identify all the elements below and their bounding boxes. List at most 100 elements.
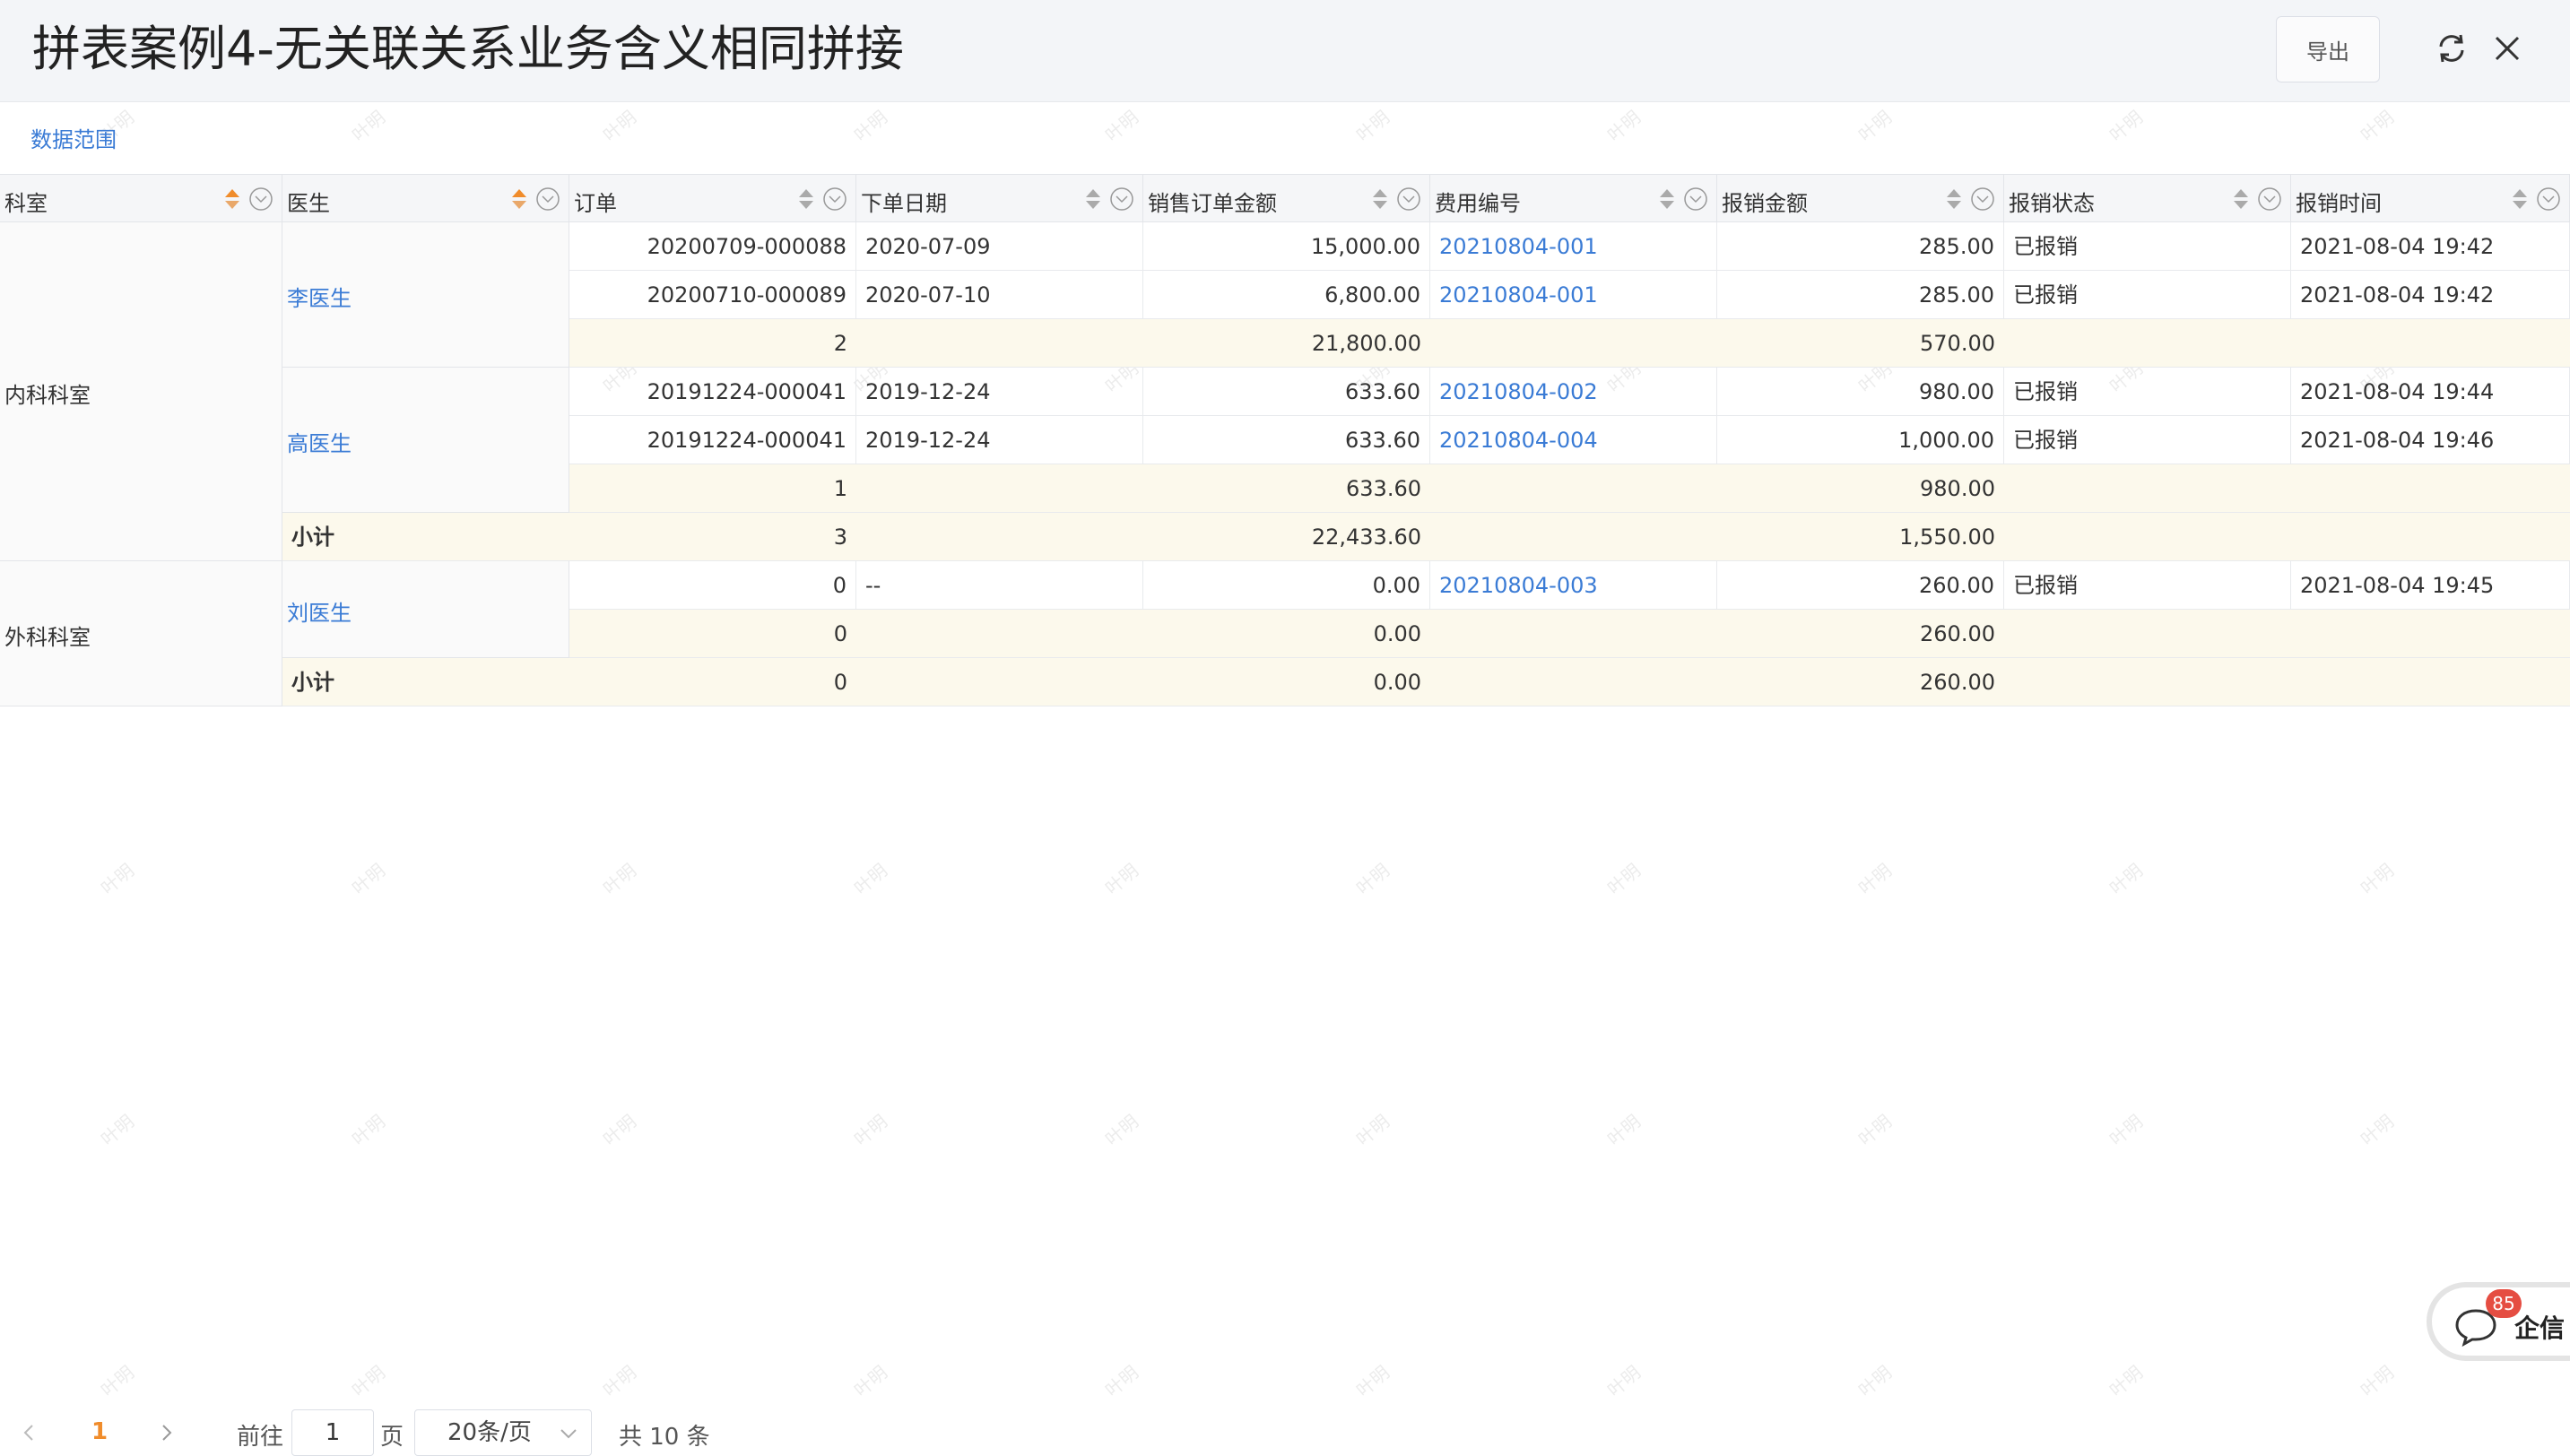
chat-widget[interactable]: 85 企信 <box>2427 1282 2570 1361</box>
column-header-label: 报销状态 <box>2009 191 2095 216</box>
subtotal-reimb-amount: 260.00 <box>1920 670 1995 695</box>
sort-icon[interactable] <box>2232 186 2250 212</box>
column-header-reimb-time[interactable]: 报销时间 <box>2291 175 2570 223</box>
order-date-cell: 2019-12-24 <box>856 368 1143 416</box>
doctor-summary-row <box>569 464 2570 513</box>
subtotal-label: 小计 <box>291 670 334 695</box>
sort-icon[interactable] <box>1084 186 1102 212</box>
filter-dropdown-icon[interactable] <box>1970 186 1995 212</box>
chevron-down-icon <box>560 1429 577 1439</box>
sort-icon[interactable] <box>510 186 528 212</box>
sort-icon[interactable] <box>223 186 241 212</box>
doctor-name-link[interactable]: 李医生 <box>287 281 352 312</box>
summary-sales-amount: 0.00 <box>1373 621 1421 646</box>
reimb-status-cell: 已报销 <box>2004 561 2291 610</box>
next-page-icon[interactable] <box>158 1422 176 1443</box>
doctor-name-link[interactable]: 刘医生 <box>287 595 352 627</box>
column-header-fee-number[interactable]: 费用编号 <box>1430 175 1717 223</box>
order-cell: 20200710-000089 <box>569 271 856 319</box>
filter-dropdown-icon[interactable] <box>248 186 273 212</box>
watermark-text: 叶明 <box>2356 1110 2398 1150</box>
sort-icon[interactable] <box>2511 186 2529 212</box>
page-size-select[interactable]: 20条/页 <box>414 1409 592 1456</box>
department-name: 外科科室 <box>4 625 91 650</box>
doctor-cell: 高医生 <box>282 368 569 513</box>
sales-amount-cell: 0.00 <box>1143 561 1430 610</box>
watermark-text: 叶明 <box>1602 859 1645 899</box>
filter-dropdown-icon[interactable] <box>1683 186 1708 212</box>
refresh-icon[interactable] <box>2434 30 2470 66</box>
order-date-cell: 2020-07-09 <box>856 222 1143 271</box>
column-header-label: 报销金额 <box>1722 191 1808 216</box>
department-cell: 内科科室 <box>0 222 282 561</box>
reimb-time-cell: 2021-08-04 19:42 <box>2291 222 2570 271</box>
sort-icon[interactable] <box>1945 186 1963 212</box>
fee-number-link[interactable]: 20210804-004 <box>1430 416 1717 464</box>
reimb-amount-cell: 260.00 <box>1717 561 2004 610</box>
watermark-text: 叶明 <box>1854 859 1896 899</box>
sales-amount-cell: 633.60 <box>1143 368 1430 416</box>
filter-dropdown-icon[interactable] <box>1396 186 1421 212</box>
summary-reimb-amount: 260.00 <box>1920 621 1995 646</box>
column-header-sales-amount[interactable]: 销售订单金额 <box>1143 175 1430 223</box>
page-jump-input[interactable]: 1 <box>291 1409 374 1456</box>
column-header-order-date[interactable]: 下单日期 <box>856 175 1143 223</box>
export-button[interactable]: 导出 <box>2276 16 2380 82</box>
watermark-text: 叶明 <box>1351 106 1394 146</box>
fee-number-link[interactable]: 20210804-001 <box>1430 222 1717 271</box>
column-header-reimb-amount[interactable]: 报销金额 <box>1717 175 2004 223</box>
watermark-text: 叶明 <box>2105 1110 2147 1150</box>
sort-icon[interactable] <box>797 186 815 212</box>
watermark-text: 叶明 <box>1100 1361 1142 1401</box>
column-header-label: 医生 <box>287 191 330 216</box>
table-header: 科室 医生 订单 下单日期 销售订单金额 费用编号 报销金额 报销状态 报销时间 <box>0 174 2570 223</box>
filter-dropdown-icon[interactable] <box>822 186 847 212</box>
doctor-name-link[interactable]: 高医生 <box>287 426 352 457</box>
filter-dropdown-icon[interactable] <box>535 186 560 212</box>
sort-icon[interactable] <box>1658 186 1676 212</box>
subtotal-sales-amount: 22,433.60 <box>1311 524 1421 550</box>
reimb-amount-cell: 285.00 <box>1717 222 2004 271</box>
column-header-department[interactable]: 科室 <box>0 175 282 223</box>
total-count: 共 10 条 <box>619 1424 710 1451</box>
fee-number-link[interactable]: 20210804-001 <box>1430 271 1717 319</box>
watermark-text: 叶明 <box>1100 1110 1142 1150</box>
order-date-cell: -- <box>856 561 1143 610</box>
doctor-summary-row <box>569 610 2570 658</box>
filter-dropdown-icon[interactable] <box>1109 186 1134 212</box>
order-cell: 20191224-000041 <box>569 416 856 464</box>
watermark-text: 叶明 <box>347 1361 389 1401</box>
prev-page-icon[interactable] <box>20 1422 38 1443</box>
watermark-text: 叶明 <box>347 106 389 146</box>
fee-number-link[interactable]: 20210804-002 <box>1430 368 1717 416</box>
sort-icon[interactable] <box>1371 186 1389 212</box>
filter-dropdown-icon[interactable] <box>2257 186 2282 212</box>
sales-amount-cell: 6,800.00 <box>1143 271 1430 319</box>
subtotal-order-count: 0 <box>833 670 847 695</box>
filter-dropdown-icon[interactable] <box>2536 186 2561 212</box>
watermark-text: 叶明 <box>1854 1361 1896 1401</box>
pagination: 1 前往 1 页 20条/页 共 10 条 <box>0 1408 807 1456</box>
order-cell: 20200709-000088 <box>569 222 856 271</box>
column-header-label: 费用编号 <box>1435 191 1521 216</box>
watermark-text: 叶明 <box>2105 859 2147 899</box>
column-header-order[interactable]: 订单 <box>569 175 856 223</box>
data-range-link[interactable]: 数据范围 <box>30 122 117 153</box>
close-icon[interactable] <box>2489 30 2525 66</box>
summary-order-count: 0 <box>833 621 847 646</box>
reimb-time-cell: 2021-08-04 19:42 <box>2291 271 2570 319</box>
summary-order-count: 1 <box>833 476 847 501</box>
reimb-status-cell: 已报销 <box>2004 416 2291 464</box>
watermark-text: 叶明 <box>2105 106 2147 146</box>
reimb-status-cell: 已报销 <box>2004 368 2291 416</box>
watermark-text: 叶明 <box>598 859 640 899</box>
column-header-doctor[interactable]: 医生 <box>282 175 569 223</box>
chat-label: 企信 <box>2514 1313 2566 1343</box>
fee-number-link[interactable]: 20210804-003 <box>1430 561 1717 610</box>
watermark-text: 叶明 <box>2105 1361 2147 1401</box>
reimb-amount-cell: 980.00 <box>1717 368 2004 416</box>
summary-order-count: 2 <box>833 331 847 356</box>
watermark-text: 叶明 <box>849 859 891 899</box>
column-header-reimb-status[interactable]: 报销状态 <box>2004 175 2291 223</box>
page-number-current[interactable]: 1 <box>91 1418 108 1445</box>
